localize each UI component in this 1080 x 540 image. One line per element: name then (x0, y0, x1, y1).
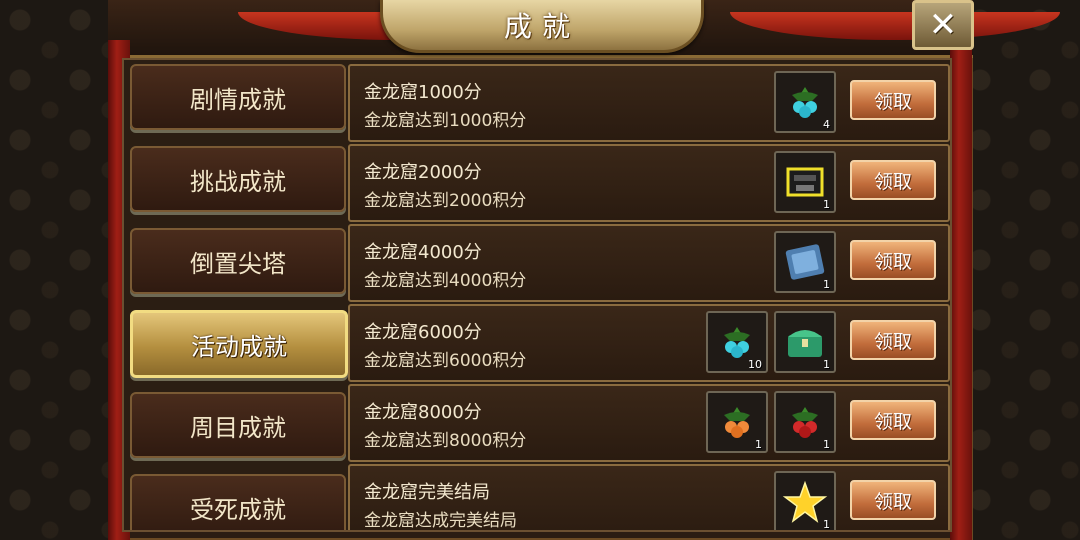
blue-scroll-icon (785, 244, 825, 280)
reward-count: 10 (748, 358, 762, 371)
tab-story[interactable]: 剧情成就 (130, 64, 346, 130)
close-button[interactable]: ✕ (912, 0, 974, 50)
claim-button[interactable]: 领取 (850, 80, 936, 120)
reward-count: 1 (823, 358, 830, 371)
tab-label: 挑战成就 (190, 167, 286, 196)
right-curtain (950, 40, 972, 540)
claim-button[interactable]: 领取 (850, 240, 936, 280)
claim-button[interactable]: 领取 (850, 480, 936, 520)
window-title: 成就 (503, 10, 580, 43)
achievement-title: 金龙窟1000分 (364, 82, 482, 103)
reward-slot[interactable]: 4 (774, 71, 836, 133)
achievement-title: 金龙窟8000分 (364, 402, 482, 423)
achievement-desc: 金龙窟达到2000积分 (364, 191, 527, 211)
reward-slot[interactable]: 1 (774, 151, 836, 213)
tab-cycle[interactable]: 周目成就 (130, 392, 346, 458)
green-chest-icon (788, 330, 822, 357)
achievement-title: 金龙窟4000分 (364, 242, 482, 263)
tab-challenge[interactable]: 挑战成就 (130, 146, 346, 212)
red-fruit-icon (792, 407, 818, 438)
treasure-box-icon (786, 167, 824, 197)
reward-count: 1 (823, 198, 830, 211)
reward-slot[interactable]: 1 (774, 311, 836, 373)
reward-count: 1 (823, 438, 830, 451)
reward-slot[interactable]: 10 (706, 311, 768, 373)
achievement-row: 金龙窟8000分 金龙窟达到8000积分 1 1 领取 (348, 384, 950, 462)
achievement-row: 金龙窟完美结局 金龙窟达成完美结局 1 领取 (348, 464, 950, 531)
tab-label: 剧情成就 (190, 85, 286, 114)
claim-button[interactable]: 领取 (850, 320, 936, 360)
reward-count: 4 (823, 118, 830, 131)
reward-count: 1 (823, 278, 830, 291)
tab-label: 周目成就 (190, 413, 286, 442)
tab-label: 活动成就 (191, 332, 287, 361)
achievement-title: 金龙窟2000分 (364, 162, 482, 183)
gold-star-icon (782, 480, 828, 523)
content-panel: 剧情成就 挑战成就 倒置尖塔 活动成就 周目成就 受死成就 金龙窟1000分 金… (122, 58, 952, 532)
achievement-row: 金龙窟6000分 金龙窟达到6000积分 10 1 领取 (348, 304, 950, 382)
achievement-desc: 金龙窟达成完美结局 (364, 511, 517, 531)
tab-label: 受死成就 (190, 495, 286, 524)
achievement-desc: 金龙窟达到6000积分 (364, 351, 527, 371)
reward-slot[interactable]: 1 (774, 471, 836, 531)
orange-fruit-icon (724, 407, 750, 438)
reward-slot[interactable]: 1 (774, 231, 836, 293)
claim-button[interactable]: 领取 (850, 400, 936, 440)
achievement-desc: 金龙窟达到8000积分 (364, 431, 527, 451)
close-icon: ✕ (928, 5, 958, 45)
title-plate: 成就 (380, 0, 704, 53)
reward-count: 1 (755, 438, 762, 451)
achievement-desc: 金龙窟达到1000积分 (364, 111, 527, 131)
tab-label: 倒置尖塔 (190, 249, 286, 278)
tab-death[interactable]: 受死成就 (130, 474, 346, 530)
tab-event[interactable]: 活动成就 (130, 310, 348, 378)
tab-inverted-tower[interactable]: 倒置尖塔 (130, 228, 346, 294)
achievement-title: 金龙窟完美结局 (364, 482, 490, 503)
achievement-row: 金龙窟1000分 金龙窟达到1000积分 4 领取 (348, 64, 950, 142)
achievement-row: 金龙窟4000分 金龙窟达到4000积分 1 领取 (348, 224, 950, 302)
achievement-title: 金龙窟6000分 (364, 322, 482, 343)
reward-count: 1 (823, 518, 830, 531)
reward-slot[interactable]: 1 (706, 391, 768, 453)
achievement-row: 金龙窟2000分 金龙窟达到2000积分 1 领取 (348, 144, 950, 222)
claim-button[interactable]: 领取 (850, 160, 936, 200)
achievement-desc: 金龙窟达到4000积分 (364, 271, 527, 291)
reward-slot[interactable]: 1 (774, 391, 836, 453)
cyan-fruit-icon (792, 87, 818, 118)
